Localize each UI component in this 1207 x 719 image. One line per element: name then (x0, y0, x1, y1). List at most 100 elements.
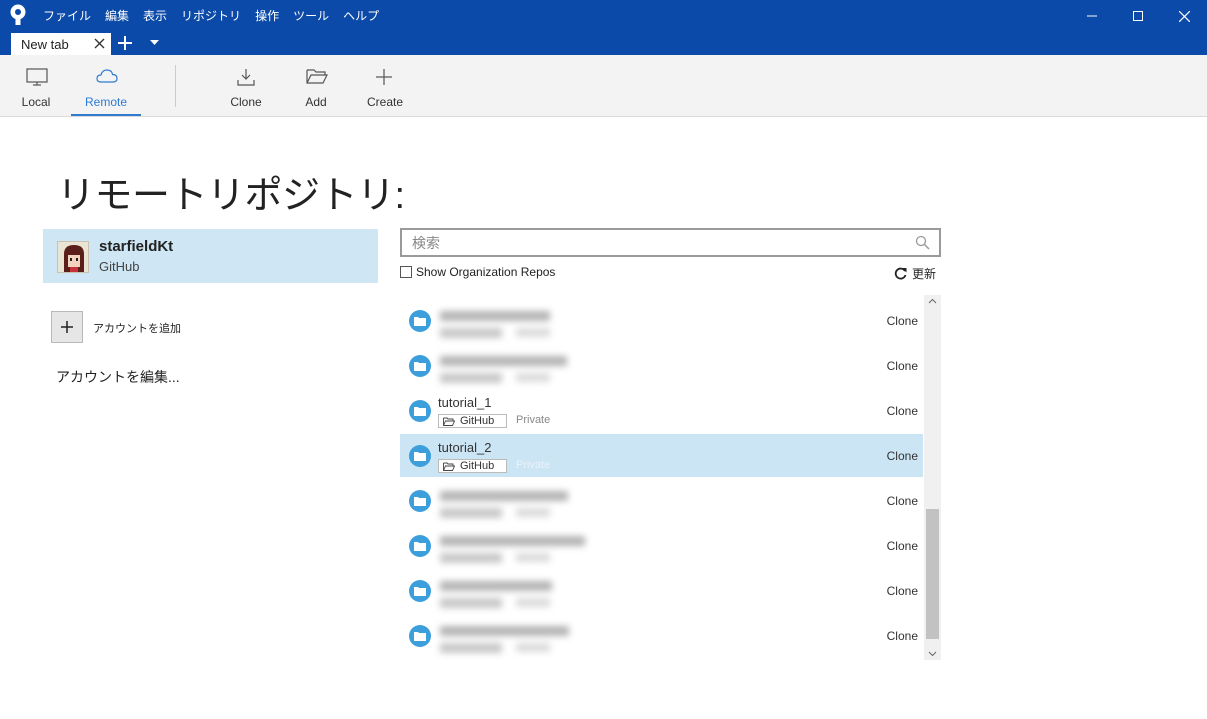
local-button[interactable]: Local (1, 55, 71, 117)
repo-clone-button[interactable]: Clone (887, 629, 918, 643)
folder-glyph-icon (414, 497, 426, 506)
search-box[interactable] (400, 228, 941, 257)
chevron-down-icon[interactable] (150, 40, 159, 46)
menu-edit[interactable]: 編集 (105, 7, 129, 24)
repo-host: GitHub (460, 460, 495, 472)
menu-repository[interactable]: リポジトリ (181, 7, 241, 24)
edit-accounts-link[interactable]: アカウントを編集... (56, 367, 180, 387)
repo-host-badge: GitHub (438, 459, 507, 473)
refresh-label: 更新 (912, 267, 937, 281)
menu-bar: ファイル 編集 表示 リポジトリ 操作 ツール ヘルプ (43, 7, 393, 24)
tab-label: New tab (21, 37, 69, 52)
title-bar: ファイル 編集 表示 リポジトリ 操作 ツール ヘルプ New tab (0, 0, 1207, 55)
menu-tools[interactable]: ツール (293, 7, 329, 24)
remote-button[interactable]: Remote (71, 55, 141, 117)
repo-row[interactable]: Clone (400, 344, 923, 387)
active-tab-underline (71, 114, 141, 116)
add-button[interactable]: Add (281, 55, 351, 117)
close-window-button[interactable] (1161, 0, 1207, 32)
repo-clone-button[interactable]: Clone (887, 314, 918, 328)
search-icon (915, 235, 930, 250)
download-icon (237, 69, 255, 86)
repo-row[interactable]: tutorial_1 GitHub Private Clone (400, 389, 923, 432)
repo-visibility: Private (516, 414, 551, 426)
close-icon (1178, 10, 1190, 22)
search-input[interactable] (412, 234, 902, 252)
account-name: starfieldKt (99, 238, 174, 255)
tab-new[interactable]: New tab (11, 33, 111, 55)
repo-name: tutorial_1 (438, 395, 492, 410)
folder-glyph-icon (414, 632, 426, 641)
folder-open-icon (443, 417, 455, 426)
create-button[interactable]: Create (350, 55, 420, 117)
create-label: Create (366, 95, 404, 109)
repo-visibility: Private (516, 459, 551, 471)
repo-name: tutorial_2 (438, 440, 492, 455)
maximize-button[interactable] (1115, 0, 1161, 32)
folder-glyph-icon (414, 587, 426, 596)
page-title: リモートリポジトリ: (57, 175, 405, 217)
folder-glyph-icon (414, 407, 426, 416)
folder-glyph-icon (414, 362, 426, 371)
folder-glyph-icon (414, 317, 426, 326)
clone-label: Clone (230, 95, 262, 109)
folder-icon (409, 625, 431, 647)
folder-open-icon (306, 69, 328, 84)
folder-icon (409, 490, 431, 512)
org-repos-label[interactable]: Show Organization Repos (416, 265, 555, 279)
window-controls (1069, 0, 1207, 32)
toolbar: Local Remote Clone Add Create (0, 55, 1207, 117)
repo-row[interactable]: Clone (400, 479, 923, 522)
scrollbar-thumb[interactable] (926, 509, 939, 639)
menu-view[interactable]: 表示 (143, 7, 167, 24)
add-account-label[interactable]: アカウントを追加 (93, 320, 181, 336)
account-item[interactable]: starfieldKt GitHub (43, 229, 378, 283)
folder-glyph-icon (414, 452, 426, 461)
add-account-button[interactable] (51, 311, 83, 343)
plus-icon (376, 69, 392, 85)
folder-icon (409, 355, 431, 377)
avatar (57, 241, 89, 273)
minimize-icon (1087, 15, 1097, 17)
repo-clone-button[interactable]: Clone (887, 404, 918, 418)
repo-host-badge: GitHub (438, 414, 507, 428)
repo-clone-button[interactable]: Clone (887, 449, 918, 463)
repo-row[interactable]: Clone (400, 299, 923, 342)
scroll-up-icon[interactable] (928, 298, 937, 304)
repo-list: Clone Clone tutorial_1 GitHub Private Cl… (400, 295, 941, 660)
repo-row[interactable]: tutorial_2 GitHub Private Clone (400, 434, 923, 477)
repo-clone-button[interactable]: Clone (887, 584, 918, 598)
scrollbar[interactable] (924, 295, 941, 660)
toolbar-divider (175, 65, 176, 107)
repo-host: GitHub (460, 415, 495, 427)
repo-clone-button[interactable]: Clone (887, 539, 918, 553)
maximize-icon (1133, 11, 1143, 21)
repo-row[interactable]: Clone (400, 569, 923, 612)
folder-icon (409, 310, 431, 332)
tab-close-icon[interactable] (94, 38, 105, 49)
account-host: GitHub (99, 259, 140, 274)
repo-row[interactable]: Clone (400, 524, 923, 567)
folder-icon (409, 445, 431, 467)
refresh-button[interactable]: 更新 (894, 265, 936, 282)
add-label: Add (305, 95, 327, 109)
folder-glyph-icon (414, 542, 426, 551)
menu-file[interactable]: ファイル (43, 7, 91, 24)
repo-clone-button[interactable]: Clone (887, 359, 918, 373)
menu-actions[interactable]: 操作 (255, 7, 279, 24)
repo-clone-button[interactable]: Clone (887, 494, 918, 508)
folder-icon (409, 535, 431, 557)
folder-icon (409, 580, 431, 602)
avatar-icon (58, 242, 88, 272)
minimize-button[interactable] (1069, 0, 1115, 32)
menu-help[interactable]: ヘルプ (343, 7, 379, 24)
local-label: Local (21, 95, 51, 109)
add-tab-icon[interactable] (117, 35, 133, 51)
repo-row[interactable]: Clone (400, 614, 923, 657)
clone-button[interactable]: Clone (211, 55, 281, 117)
monitor-icon (26, 68, 48, 86)
remote-label: Remote (84, 95, 128, 109)
scroll-down-icon[interactable] (928, 651, 937, 657)
sourcetree-logo-icon (10, 4, 26, 25)
org-repos-checkbox[interactable] (400, 266, 412, 278)
